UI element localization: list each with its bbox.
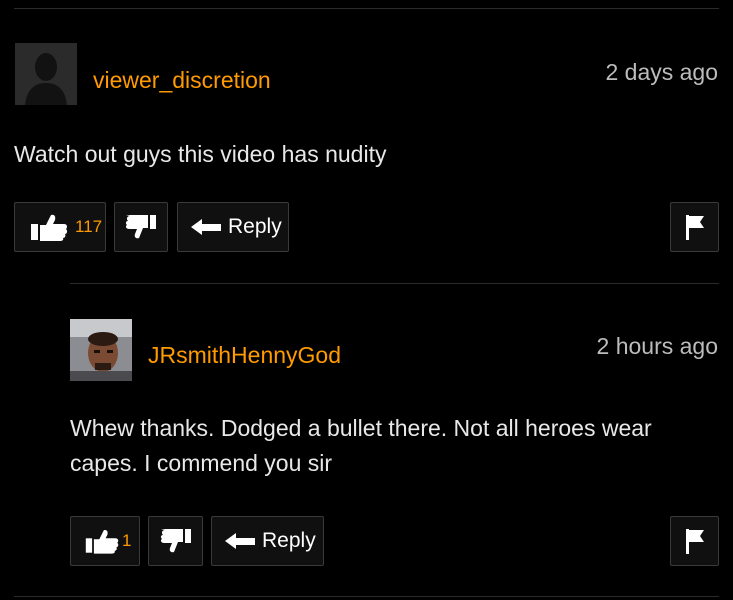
dislike-button[interactable] xyxy=(148,516,203,566)
bottom-divider xyxy=(14,596,719,597)
flag-icon xyxy=(683,527,707,555)
reply-button[interactable]: Reply xyxy=(211,516,324,566)
comment-username[interactable]: JRsmithHennyGod xyxy=(148,342,341,369)
thumbs-down-icon xyxy=(159,528,193,554)
default-avatar[interactable] xyxy=(15,43,77,105)
like-count: 1 xyxy=(122,531,132,550)
comment-timestamp: 2 hours ago xyxy=(596,333,718,359)
like-button[interactable]: 1 xyxy=(70,516,140,566)
top-divider xyxy=(14,8,719,9)
comment-username[interactable]: viewer_discretion xyxy=(93,67,271,94)
reply-divider xyxy=(70,283,719,284)
dislike-button[interactable] xyxy=(114,202,168,252)
comment-body: Watch out guys this video has nudity xyxy=(14,141,387,167)
flag-icon xyxy=(683,213,707,241)
reply-arrow-icon xyxy=(190,217,222,237)
like-button[interactable]: 117 xyxy=(14,202,106,252)
user-avatar[interactable] xyxy=(70,319,132,381)
flag-button[interactable] xyxy=(670,202,719,252)
reply-arrow-icon xyxy=(224,531,256,551)
flag-button[interactable] xyxy=(670,516,719,566)
like-count: 117 xyxy=(75,217,103,236)
comment-timestamp: 2 days ago xyxy=(605,59,718,85)
comment-body: Whew thanks. Dodged a bullet there. Not … xyxy=(70,415,652,476)
thumbs-up-icon xyxy=(84,527,120,555)
thumbs-up-icon xyxy=(29,212,69,242)
reply-button[interactable]: Reply xyxy=(177,202,289,252)
reply-label: Reply xyxy=(262,529,316,552)
thumbs-down-icon xyxy=(124,214,158,240)
reply-label: Reply xyxy=(228,215,282,238)
